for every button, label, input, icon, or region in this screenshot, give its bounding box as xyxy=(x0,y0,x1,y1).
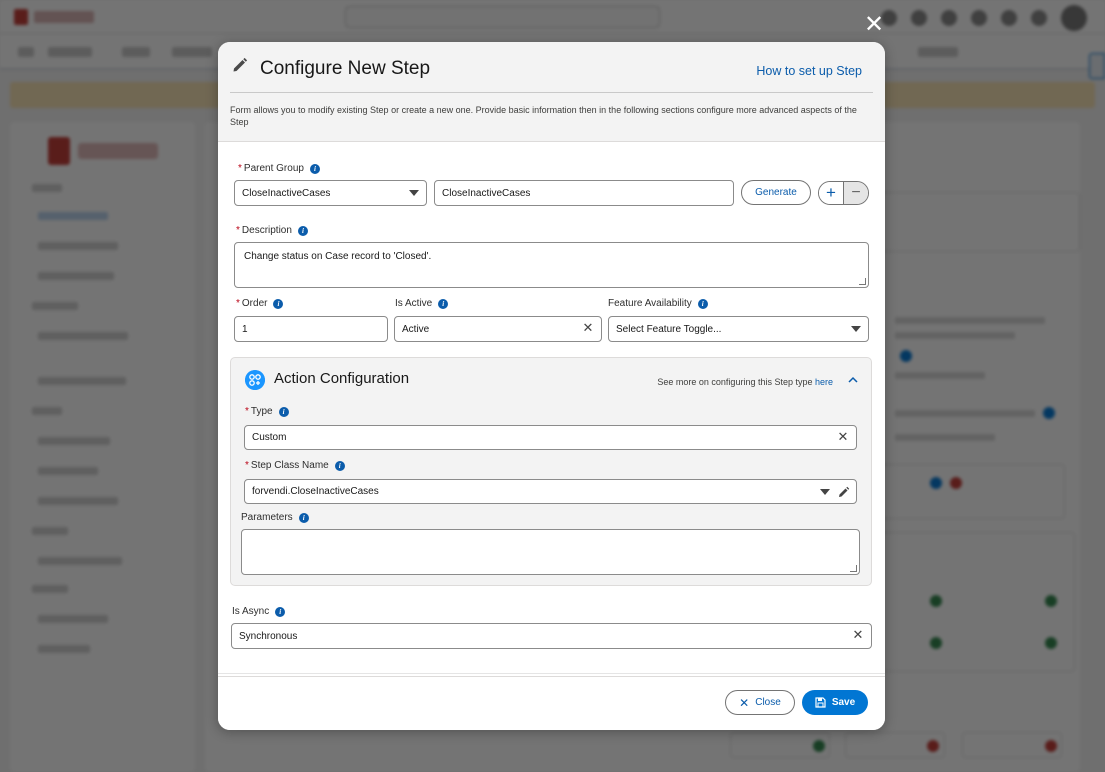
info-icon[interactable]: i xyxy=(438,298,449,309)
order-input[interactable]: 1 xyxy=(234,316,388,342)
chevron-up-icon[interactable] xyxy=(848,375,858,385)
chevron-down-icon xyxy=(851,326,861,332)
hint-text: See more on configuring this Step type xyxy=(657,377,815,387)
info-icon[interactable]: i xyxy=(278,406,289,417)
parent-group-name-input[interactable]: CloseInactiveCases xyxy=(434,180,734,206)
close-icon[interactable]: ✕ xyxy=(581,322,595,336)
save-icon xyxy=(815,697,826,708)
is-async-combobox[interactable]: Synchronous ✕ xyxy=(231,623,872,649)
close-button[interactable]: ✕ Close xyxy=(725,690,795,715)
header-divider xyxy=(230,92,873,93)
info-icon[interactable]: i xyxy=(309,163,320,174)
info-icon[interactable]: i xyxy=(273,298,284,309)
close-button-label: Close xyxy=(755,697,781,708)
description-textarea[interactable]: Change status on Case record to 'Closed'… xyxy=(234,242,869,288)
info-icon[interactable]: i xyxy=(334,460,345,471)
chevron-down-icon xyxy=(820,488,830,495)
resize-handle[interactable] xyxy=(859,278,866,285)
modal-footer: ✕ Close Save xyxy=(218,676,885,730)
close-icon[interactable]: ✕ xyxy=(851,629,865,643)
feature-availability-select[interactable]: Select Feature Toggle... xyxy=(608,316,869,342)
save-button-label: Save xyxy=(831,697,856,708)
remove-group-button[interactable]: − xyxy=(844,182,868,204)
close-icon[interactable]: ✕ xyxy=(836,430,850,445)
pencil-icon xyxy=(233,57,248,72)
section-hint: See more on configuring this Step type h… xyxy=(657,377,833,387)
is-async-label: Is Async i xyxy=(232,606,286,617)
modal-description: Form allows you to modify existing Step … xyxy=(230,105,857,127)
is-active-combobox[interactable]: Active ✕ xyxy=(394,316,602,342)
close-icon[interactable]: ✕ xyxy=(862,12,886,37)
type-combobox[interactable]: Custom ✕ xyxy=(244,425,857,450)
parent-group-select[interactable]: CloseInactiveCases xyxy=(234,180,427,206)
parameters-textarea[interactable] xyxy=(241,529,860,575)
section-title: Action Configuration xyxy=(274,370,410,387)
info-icon[interactable]: i xyxy=(297,225,308,236)
generate-button[interactable]: Generate xyxy=(741,180,811,205)
parameters-label: Parameters i xyxy=(241,512,309,523)
configure-step-modal: Configure New Step How to set up Step Fo… xyxy=(218,42,885,730)
feature-availability-label: Feature Availability i xyxy=(608,298,708,309)
group-add-remove: + − xyxy=(818,181,869,205)
info-icon[interactable]: i xyxy=(298,512,309,523)
help-link[interactable]: How to set up Step xyxy=(756,64,862,78)
is-active-label: Is Active i xyxy=(395,298,449,309)
edit-icon[interactable] xyxy=(838,486,850,498)
gear-icon xyxy=(245,370,265,390)
step-class-label: * Step Class Name i xyxy=(245,460,345,471)
description-label: * Description i xyxy=(236,225,308,236)
modal-title: Configure New Step xyxy=(260,58,431,79)
chevron-down-icon xyxy=(409,190,419,196)
step-class-select[interactable]: forvendi.CloseInactiveCases xyxy=(244,479,857,504)
type-label: * Type i xyxy=(245,406,289,417)
save-button[interactable]: Save xyxy=(802,690,868,715)
description-value: Change status on Case record to 'Closed'… xyxy=(244,251,432,262)
modal-header: Configure New Step How to set up Step Fo… xyxy=(218,42,885,142)
order-label: * Order i xyxy=(236,298,284,309)
close-icon: ✕ xyxy=(739,695,750,710)
hint-link[interactable]: here xyxy=(815,377,833,387)
parent-group-label: * Parent Group i xyxy=(238,163,320,174)
info-icon[interactable]: i xyxy=(275,606,286,617)
info-icon[interactable]: i xyxy=(697,298,708,309)
resize-handle[interactable] xyxy=(850,565,857,572)
add-group-button[interactable]: + xyxy=(819,182,844,204)
action-configuration-section: Action Configuration See more on configu… xyxy=(230,357,872,586)
footer-divider xyxy=(218,673,885,674)
